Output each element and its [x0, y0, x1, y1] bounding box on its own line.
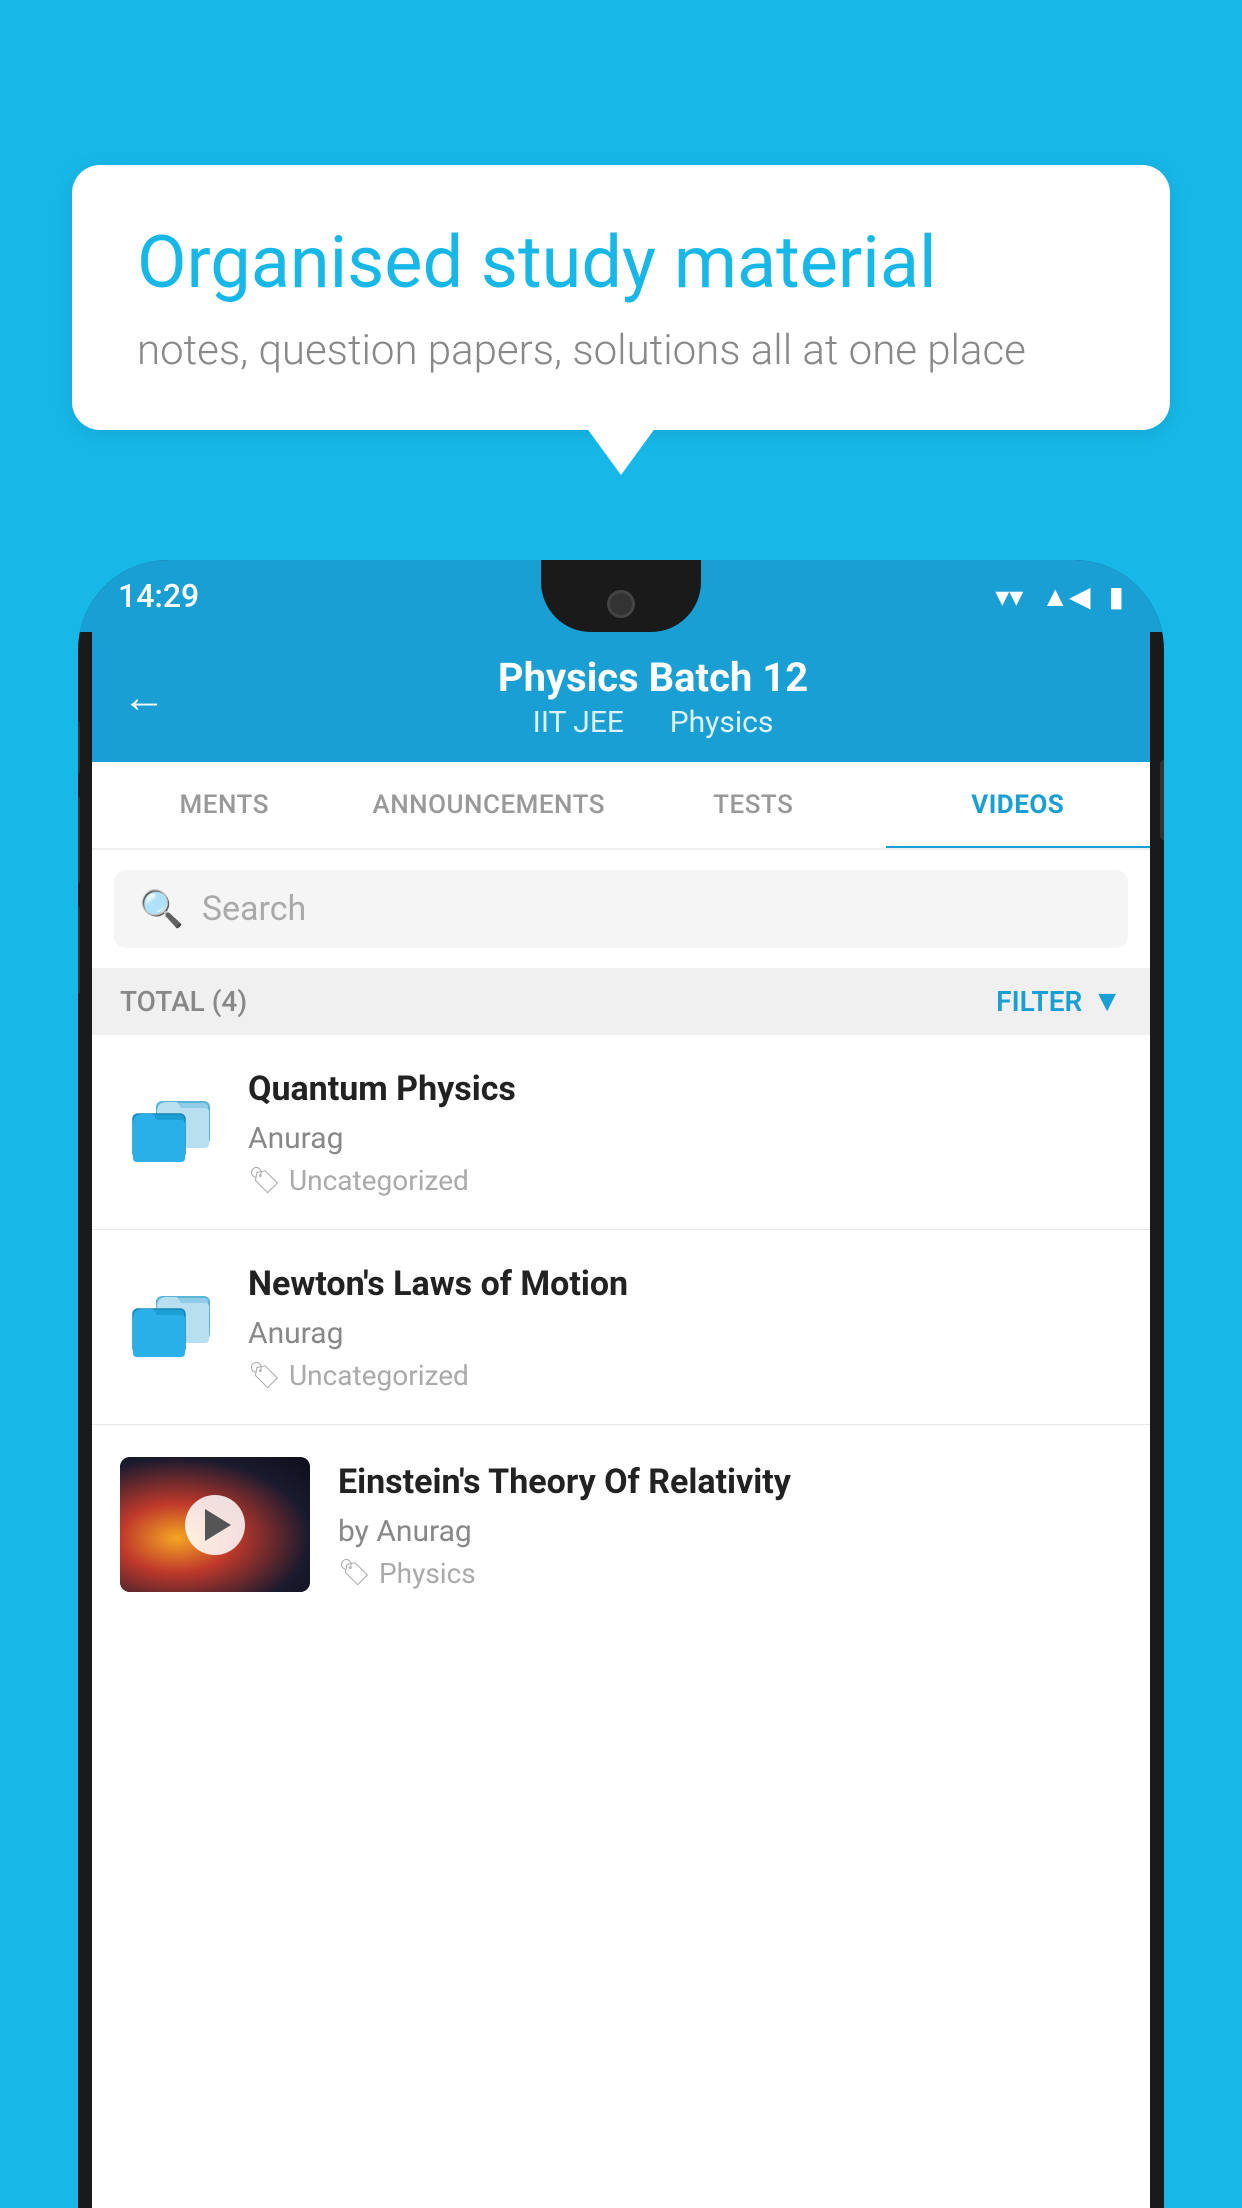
tab-announcements[interactable]: ANNOUNCEMENTS — [357, 762, 622, 848]
subtitle-physics: Physics — [670, 705, 774, 740]
wifi-icon: ▾▾ — [995, 580, 1023, 613]
video-title: Einstein's Theory Of Relativity — [338, 1460, 1122, 1504]
volume-silent-button — [78, 720, 80, 775]
bubble-title: Organised study material — [137, 220, 1105, 306]
folder-icon — [120, 1082, 220, 1182]
tag-label: Uncategorized — [289, 1164, 469, 1197]
tag-icon: 🏷 — [338, 1558, 371, 1588]
video-tag: 🏷 Uncategorized — [248, 1164, 1122, 1197]
status-icons: ▾▾ ▲◀ ▮ — [995, 580, 1124, 613]
tag-label: Uncategorized — [289, 1359, 469, 1392]
list-item[interactable]: Quantum Physics Anurag 🏷 Uncategorized — [92, 1035, 1150, 1230]
tab-ments[interactable]: MENTS — [92, 762, 357, 848]
phone-frame: 14:29 ▾▾ ▲◀ ▮ ← Physics Batch 12 IIT JEE… — [78, 560, 1164, 2208]
bubble-subtitle: notes, question papers, solutions all at… — [137, 326, 1105, 375]
power-button — [1160, 760, 1164, 840]
search-placeholder: Search — [202, 889, 306, 929]
battery-icon: ▮ — [1109, 580, 1124, 613]
camera — [607, 590, 635, 618]
tab-videos[interactable]: VIDEOS — [886, 762, 1151, 848]
list-item[interactable]: Einstein's Theory Of Relativity by Anura… — [92, 1425, 1150, 1624]
video-info: Newton's Laws of Motion Anurag 🏷 Uncateg… — [248, 1262, 1122, 1392]
status-time: 14:29 — [118, 577, 199, 615]
video-title: Quantum Physics — [248, 1067, 1122, 1111]
filter-bar: TOTAL (4) FILTER ▼ — [92, 968, 1150, 1035]
signal-icon: ▲◀ — [1041, 580, 1090, 613]
video-author: Anurag — [248, 1121, 1122, 1156]
app-header: ← Physics Batch 12 IIT JEE Physics — [92, 632, 1150, 762]
search-bar[interactable]: 🔍 Search — [114, 870, 1128, 948]
status-bar: 14:29 ▾▾ ▲◀ ▮ — [78, 560, 1164, 632]
speech-bubble: Organised study material notes, question… — [72, 165, 1170, 430]
tab-bar: MENTS ANNOUNCEMENTS TESTS VIDEOS — [92, 762, 1150, 850]
tab-tests[interactable]: TESTS — [621, 762, 886, 848]
video-info: Einstein's Theory Of Relativity by Anura… — [338, 1460, 1122, 1590]
list-item[interactable]: Newton's Laws of Motion Anurag 🏷 Uncateg… — [92, 1230, 1150, 1425]
video-thumbnail — [120, 1457, 310, 1592]
video-title: Newton's Laws of Motion — [248, 1262, 1122, 1306]
video-author: Anurag — [248, 1316, 1122, 1351]
notch — [541, 560, 701, 632]
video-info: Quantum Physics Anurag 🏷 Uncategorized — [248, 1067, 1122, 1197]
play-button[interactable] — [185, 1495, 245, 1555]
tag-icon: 🏷 — [248, 1361, 281, 1391]
volume-down-button — [78, 905, 80, 995]
header-title-area: Physics Batch 12 IIT JEE Physics — [186, 654, 1120, 740]
video-tag: 🏷 Uncategorized — [248, 1359, 1122, 1392]
play-icon — [205, 1509, 231, 1541]
search-icon: 🔍 — [139, 888, 184, 930]
subtitle-iitjee: IIT JEE — [533, 705, 624, 740]
app-screen: ← Physics Batch 12 IIT JEE Physics MENTS… — [92, 632, 1150, 2208]
batch-subtitle: IIT JEE Physics — [186, 705, 1120, 740]
total-count: TOTAL (4) — [120, 985, 247, 1018]
video-author: by Anurag — [338, 1514, 1122, 1549]
filter-button[interactable]: FILTER ▼ — [996, 984, 1122, 1019]
back-button[interactable]: ← — [122, 671, 166, 723]
batch-title: Physics Batch 12 — [186, 654, 1120, 701]
volume-up-button — [78, 795, 80, 885]
filter-icon: ▼ — [1092, 984, 1122, 1019]
folder-icon — [120, 1277, 220, 1377]
filter-label: FILTER — [996, 985, 1082, 1018]
tag-icon: 🏷 — [248, 1166, 281, 1196]
video-list: Quantum Physics Anurag 🏷 Uncategorized — [92, 1035, 1150, 2208]
tag-label: Physics — [379, 1557, 476, 1590]
video-tag: 🏷 Physics — [338, 1557, 1122, 1590]
